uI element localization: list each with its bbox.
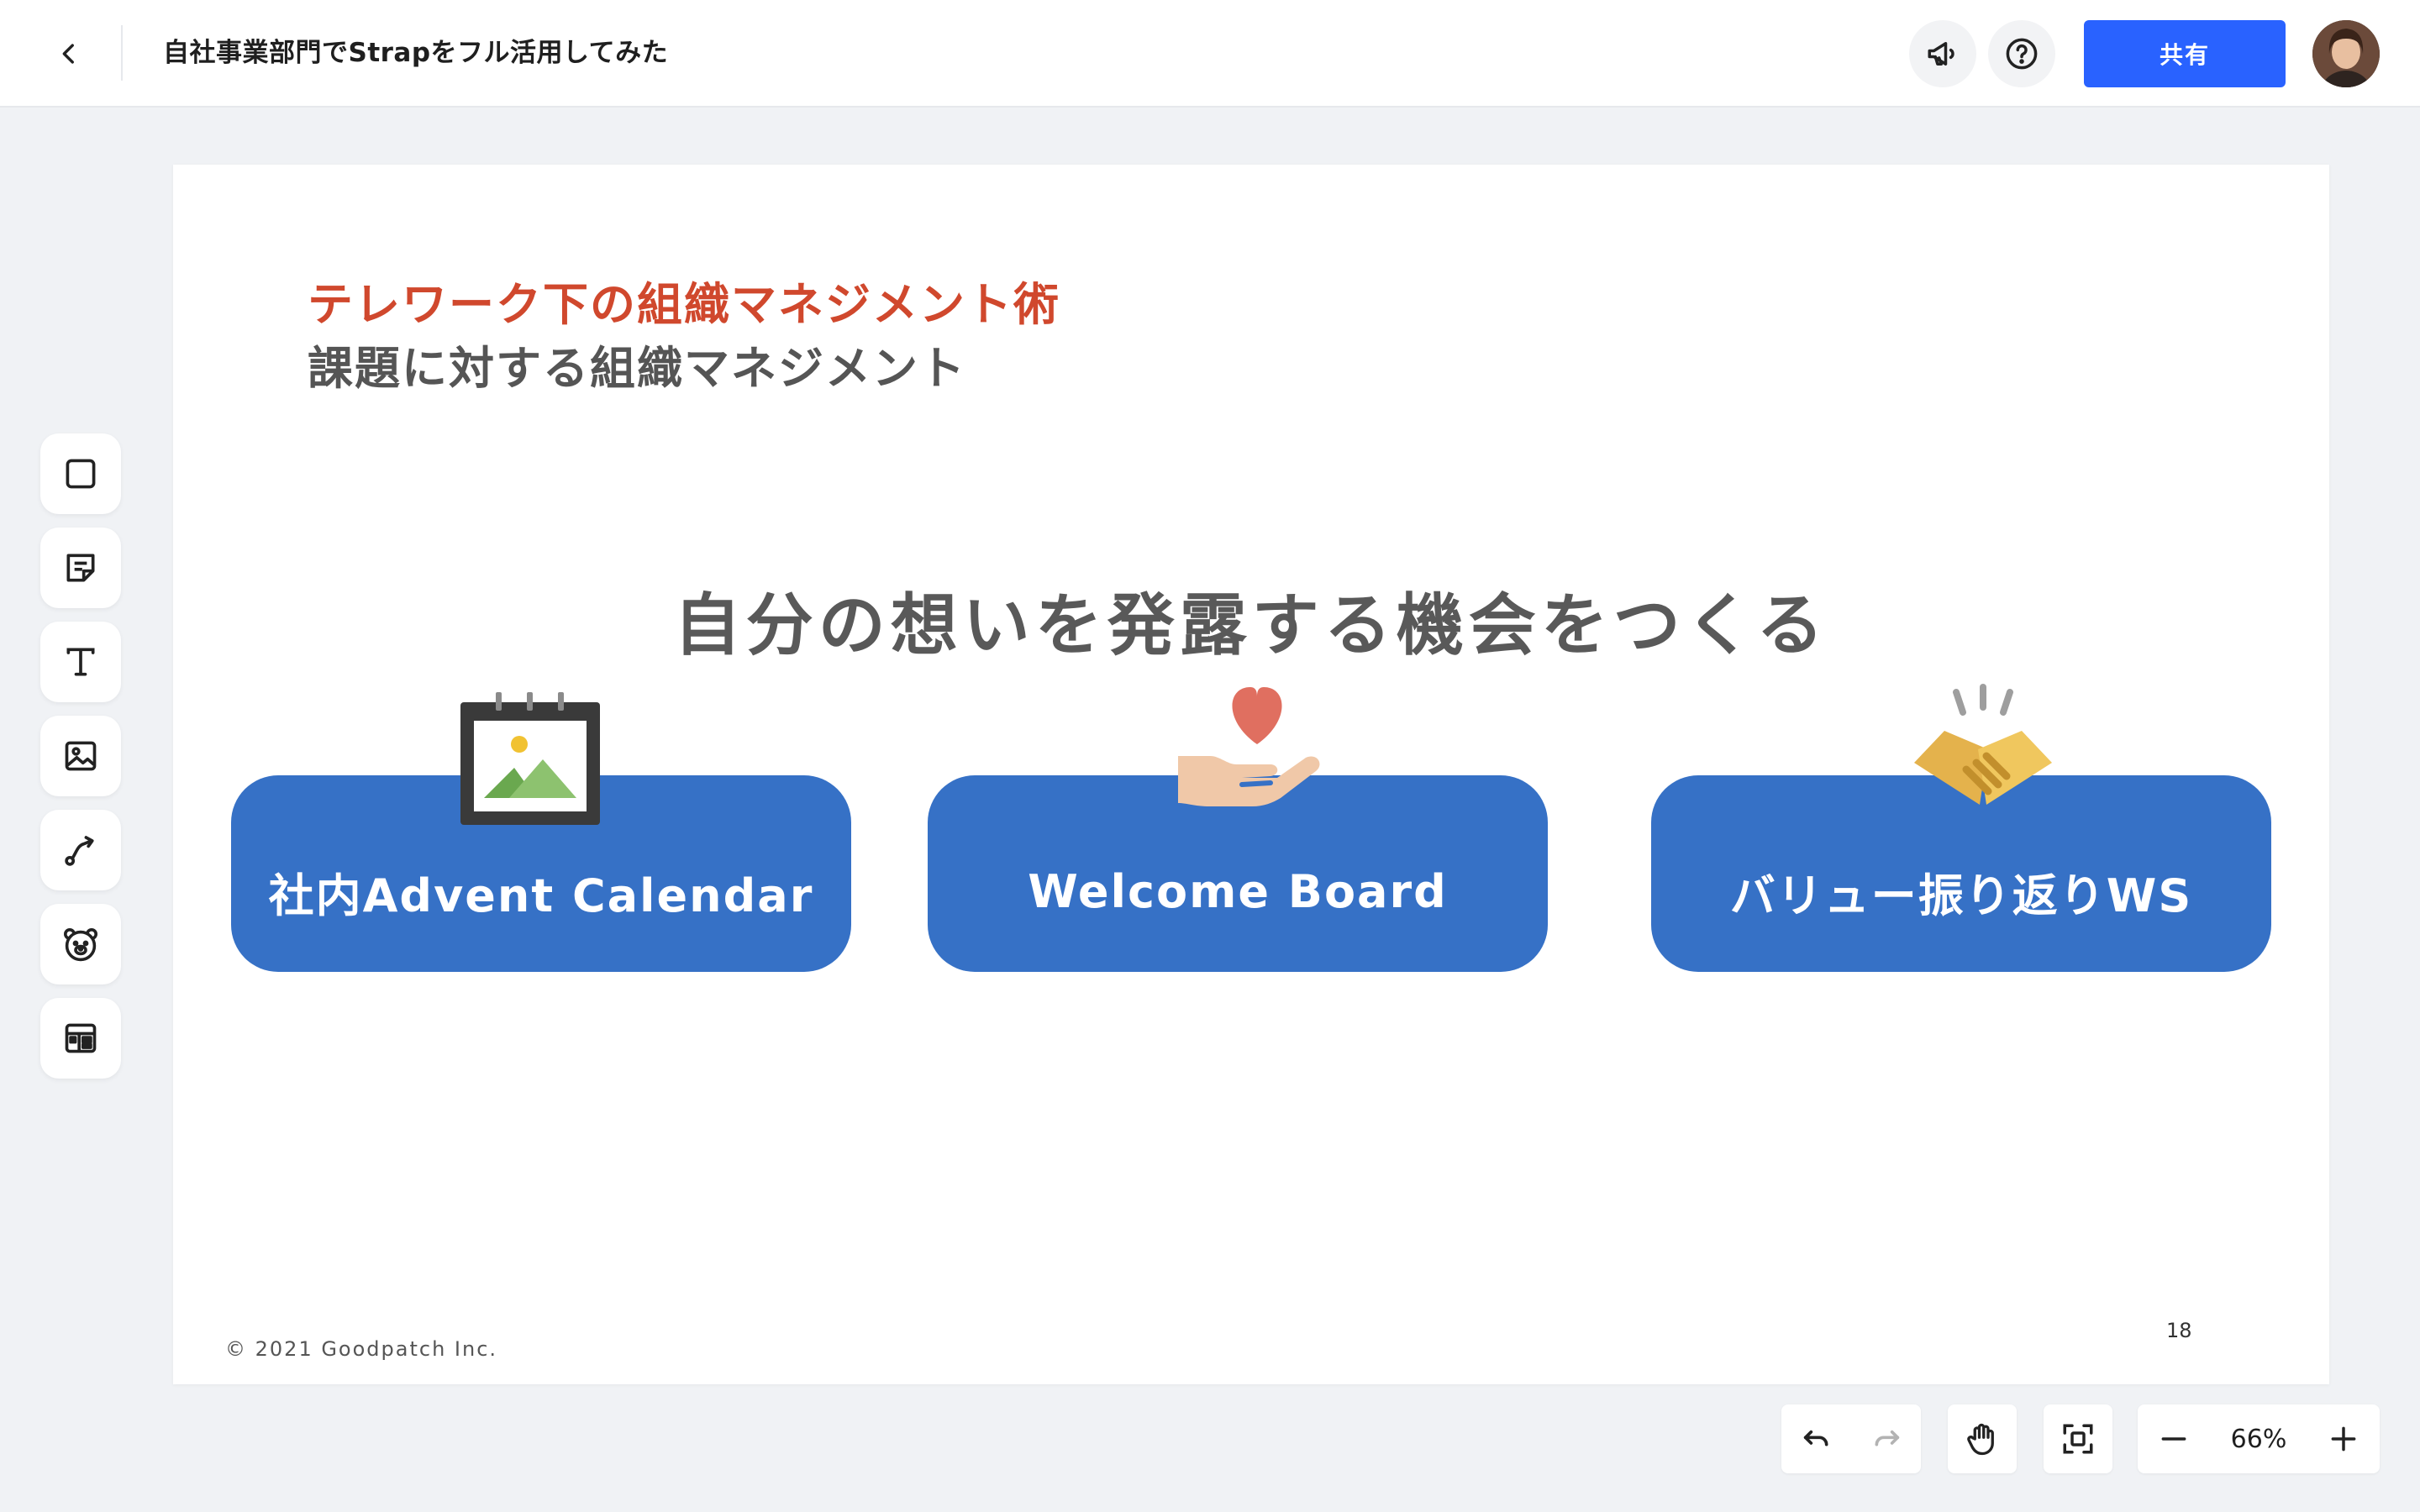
card-label: バリュー振り返りWS [1729, 869, 2193, 922]
handshake-icon [1914, 684, 2052, 805]
undo-icon [1803, 1430, 1828, 1446]
fit-screen-button[interactable] [2049, 1410, 2107, 1468]
zoom-level[interactable]: 66% [2217, 1425, 2301, 1454]
sticky-note-icon [66, 554, 95, 582]
tool-stamp[interactable] [40, 904, 121, 984]
tool-connector[interactable] [40, 810, 121, 890]
top-bar: 自社事業部門でStrapをフル活用してみた 共有 [0, 0, 2420, 108]
redo-button[interactable] [1857, 1410, 1916, 1468]
user-avatar[interactable] [2312, 20, 2380, 87]
hand-tool-control [1948, 1404, 2017, 1473]
tool-text[interactable] [40, 622, 121, 702]
tool-sticky-note[interactable] [40, 528, 121, 608]
slide-kicker: テレワーク下の組織マネジメント術 [308, 278, 1060, 331]
help-icon [2006, 38, 2038, 70]
avatar-image [2312, 20, 2380, 87]
template-icon [65, 1023, 97, 1053]
copyright-text: © 2021 Goodpatch Inc. [225, 1337, 498, 1361]
image-icon [65, 741, 97, 771]
hand-tool-icon [1967, 1423, 1994, 1456]
help-button[interactable] [1988, 20, 2055, 87]
tool-shape[interactable] [40, 433, 121, 514]
document-title[interactable]: 自社事業部門でStrapをフル活用してみた [163, 32, 668, 74]
hand-tool-button[interactable] [1953, 1410, 2012, 1468]
undo-button[interactable] [1787, 1410, 1846, 1468]
slide-headline: 自分の想いを発露する機会をつくる [673, 586, 1829, 664]
square-icon [66, 459, 96, 489]
fit-screen-icon [2063, 1424, 2093, 1454]
header-divider [121, 25, 123, 81]
tool-image[interactable] [40, 716, 121, 796]
calendar-image-icon [460, 692, 600, 825]
zoom-in-icon [2331, 1426, 2356, 1452]
slide-subtitle: 課題に対する組織マネジメント [308, 342, 966, 395]
share-button[interactable]: 共有 [2084, 20, 2286, 87]
zoom-out-icon [2161, 1437, 2186, 1441]
zoom-controls: 66% [2138, 1404, 2380, 1473]
megaphone-icon [1928, 42, 1954, 66]
redo-icon [1875, 1430, 1899, 1446]
announcements-button[interactable] [1909, 20, 1976, 87]
fit-screen-control [2044, 1404, 2112, 1473]
slide-canvas[interactable]: テレワーク下の組織マネジメント術 課題に対する組織マネジメント 自分の想いを発露… [173, 165, 2329, 1384]
history-controls [1781, 1404, 1921, 1473]
hand-heart-icon [1178, 687, 1320, 806]
card-label: Welcome Board [1028, 864, 1448, 918]
zoom-in-button[interactable] [2314, 1410, 2373, 1468]
zoom-out-button[interactable] [2144, 1410, 2203, 1468]
page-number: 18 [2166, 1319, 2192, 1342]
tool-template[interactable] [40, 998, 121, 1079]
card-label: 社内Advent Calendar [268, 869, 814, 922]
bear-stamp-icon [64, 928, 97, 962]
back-icon [62, 44, 74, 64]
back-button[interactable] [44, 29, 94, 79]
text-icon [66, 648, 95, 676]
connector-icon [65, 836, 94, 866]
